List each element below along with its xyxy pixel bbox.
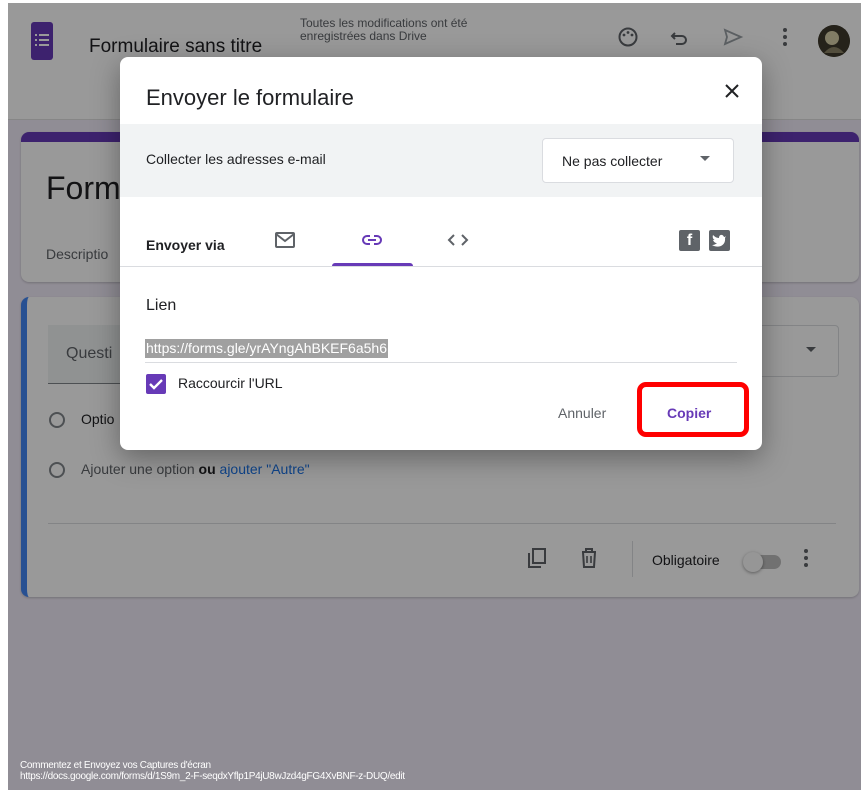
code-icon [447,234,469,246]
tabs-divider [120,266,762,267]
shorten-url-label[interactable]: Raccourcir l'URL [178,375,283,391]
send-via-label: Envoyer via [146,237,225,253]
tab-link[interactable] [332,221,413,265]
mail-icon [275,232,295,248]
close-icon [725,84,739,98]
screenshot-caption: Commentez et Envoyez vos Captures d'écra… [20,760,405,782]
collect-emails-label: Collecter les adresses e-mail [146,151,326,167]
cancel-button[interactable]: Annuler [548,395,628,431]
close-button[interactable] [718,77,746,105]
dialog-title: Envoyer le formulaire [146,85,354,110]
tab-embed[interactable] [433,221,483,265]
link-heading: Lien [146,297,177,314]
tab-email[interactable] [260,221,310,265]
chevron-down-icon [700,156,710,161]
twitter-icon[interactable] [709,230,730,251]
link-url-text[interactable]: https://forms.gle/yrAYngAhBKEF6a5h6 [145,339,388,358]
check-icon [149,379,163,390]
collect-emails-value: Ne pas collecter [562,153,663,169]
collect-emails-select[interactable]: Ne pas collecter [542,138,734,183]
link-url-field[interactable]: https://forms.gle/yrAYngAhBKEF6a5h6 [145,338,737,363]
shorten-url-checkbox[interactable] [146,374,166,394]
copy-button-label: Copier [667,405,712,421]
copy-button[interactable]: Copier [639,395,735,431]
cancel-button-label: Annuler [558,405,607,421]
send-form-dialog: Envoyer le formulaire Collecter les adre… [120,57,762,450]
caption-line-2: https://docs.google.com/forms/d/1S9m_2-F… [20,771,405,782]
facebook-icon[interactable]: f [679,230,700,251]
caption-line-1: Commentez et Envoyez vos Captures d'écra… [20,760,211,771]
collect-emails-row: Collecter les adresses e-mail Ne pas col… [120,124,762,197]
link-icon [362,235,382,245]
